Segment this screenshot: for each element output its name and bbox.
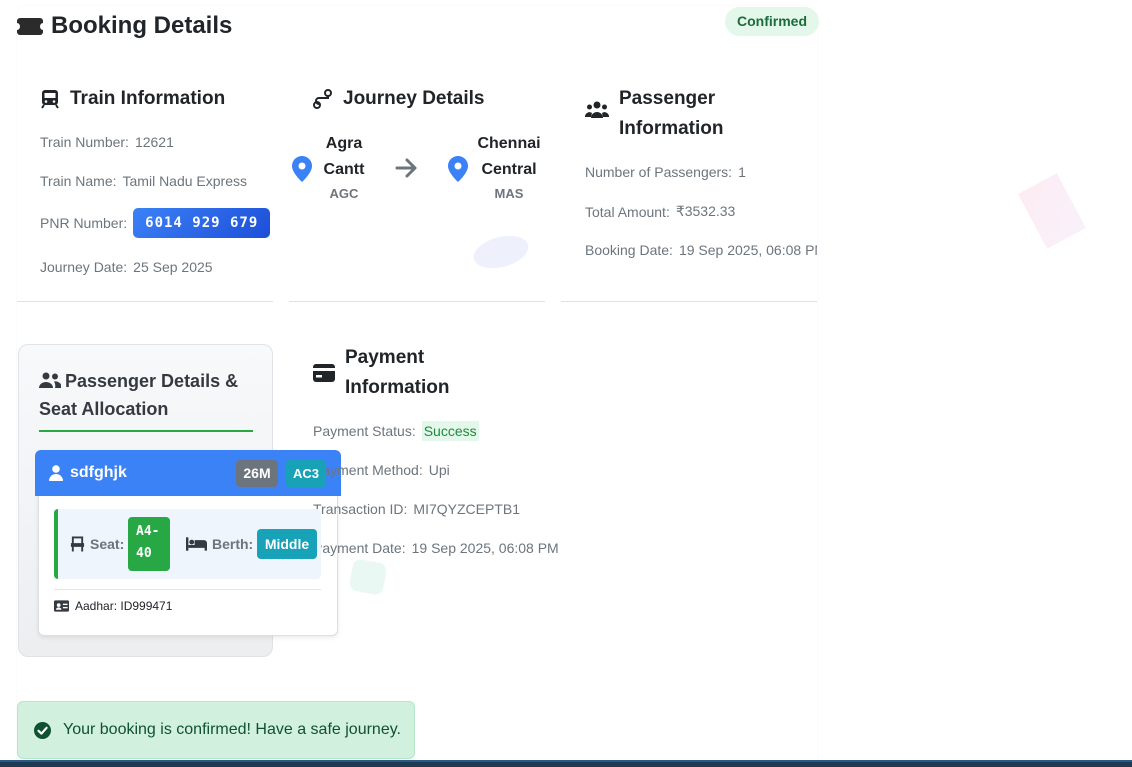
users-icon	[39, 372, 61, 388]
payment-title: Payment Information	[345, 343, 450, 403]
seat-number-badge: A4- 40	[128, 517, 170, 571]
heading-underline	[39, 430, 253, 432]
journey-date-label: Journey Date:	[40, 259, 128, 275]
payment-method-value: Upi	[428, 462, 450, 478]
passenger-info-title: Passenger Information	[619, 84, 724, 144]
passenger-details-heading: Passenger Details & Seat Allocation	[39, 367, 259, 423]
total-amount-value: ₹3532.33	[675, 203, 736, 219]
booking-date-label: Booking Date:	[585, 242, 673, 258]
passenger-count-label: Number of Passengers:	[585, 164, 733, 180]
transaction-id-field: Transaction ID: MI7QYZCEPTB1	[313, 501, 520, 517]
journey-heading: Journey Details	[313, 84, 485, 114]
background-decoration	[348, 558, 388, 596]
passenger-details-title: Passenger Details & Seat Allocation	[39, 371, 239, 419]
passenger-count-value: 1	[738, 164, 746, 180]
passenger-info-title-line1: Passenger	[619, 88, 716, 109]
train-name-value: Tamil Nadu Express	[122, 173, 248, 189]
section-divider	[17, 301, 273, 302]
seat-label-text: Seat:	[90, 536, 125, 552]
booking-date-value: 19 Sep 2025, 06:08 PM	[678, 242, 817, 258]
page-title: Booking Details	[14, 12, 233, 40]
seat-number-line2: 40	[136, 546, 152, 561]
route-icon	[313, 89, 332, 109]
train-number-field: Train Number: 12621	[40, 134, 174, 150]
bottom-bar	[0, 760, 1132, 767]
destination-name-line2: Central	[481, 161, 537, 178]
seat-label: Seat:	[70, 536, 124, 552]
ticket-icon	[14, 17, 46, 35]
class-badge: AC3	[286, 460, 326, 487]
total-amount-field: Total Amount: ₹3532.33	[585, 203, 735, 220]
journey-date-value: 25 Sep 2025	[133, 259, 213, 275]
pnr-label: PNR Number:	[40, 215, 128, 231]
destination-station: Chennai Central MAS	[474, 131, 544, 203]
train-info-heading: Train Information	[40, 84, 225, 114]
destination-name-line1: Chennai	[477, 135, 541, 152]
train-icon	[41, 90, 59, 109]
passenger-name: sdfghjk	[70, 464, 127, 481]
train-number-value: 12621	[134, 134, 174, 150]
map-pin-icon	[292, 156, 312, 182]
transaction-id-label: Transaction ID:	[313, 501, 408, 517]
train-name-field: Train Name: Tamil Nadu Express	[40, 173, 247, 189]
check-circle-icon	[34, 721, 51, 739]
payment-status-value: Success	[421, 421, 479, 441]
arrow-right-icon	[395, 158, 417, 178]
card-divider	[54, 589, 321, 590]
payment-method-label: Payment Method:	[313, 462, 423, 478]
age-gender-badge: 26M	[236, 460, 278, 487]
payment-date-value: 19 Sep 2025, 06:08 PM	[411, 540, 559, 556]
train-name-label: Train Name:	[40, 173, 117, 189]
confirmation-alert: Your booking is confirmed! Have a safe j…	[17, 701, 415, 759]
background-decoration	[1018, 173, 1086, 249]
credit-card-icon	[313, 364, 335, 382]
origin-code: AGC	[329, 186, 359, 201]
section-divider	[289, 301, 545, 302]
payment-title-line2: Information	[345, 377, 450, 398]
passenger-info-title-line2: Information	[619, 118, 724, 139]
aadhar-field: Aadhar: ID999471	[54, 599, 172, 613]
berth-label-text: Berth:	[212, 536, 254, 552]
section-divider	[561, 301, 817, 302]
chair-icon	[70, 536, 85, 552]
confirmation-message: Your booking is confirmed! Have a safe j…	[63, 721, 401, 738]
payment-status-label: Payment Status:	[313, 423, 416, 439]
id-card-icon	[54, 600, 69, 612]
journey-date-field: Journey Date: 25 Sep 2025	[40, 259, 213, 275]
origin-station: Agra Cantt AGC	[317, 131, 371, 203]
status-badge: Confirmed	[725, 7, 819, 36]
map-pin-icon	[448, 156, 468, 182]
total-amount-label: Total Amount:	[585, 203, 670, 220]
origin-name-line1: Agra	[325, 135, 363, 152]
transaction-id-value: MI7QYZCEPTB1	[413, 501, 520, 517]
journey-title: Journey Details	[343, 88, 485, 109]
payment-date-field: Payment Date: 19 Sep 2025, 06:08 PM	[313, 540, 559, 556]
berth-label: Berth:	[186, 536, 253, 552]
user-icon	[49, 465, 63, 481]
pnr-badge: 6014 929 679	[133, 208, 271, 238]
seat-number-line1: A4-	[136, 524, 160, 539]
booking-date-field: Booking Date: 19 Sep 2025, 06:08 PM	[585, 242, 817, 258]
berth-badge: Middle	[257, 529, 317, 559]
train-number-label: Train Number:	[40, 134, 129, 150]
page-title-text: Booking Details	[51, 12, 233, 39]
payment-heading: Payment Information	[313, 343, 450, 403]
users-icon	[585, 101, 609, 118]
passenger-count-field: Number of Passengers: 1	[585, 164, 746, 180]
pnr-field: PNR Number: 6014 929 679	[40, 208, 271, 238]
payment-title-line1: Payment	[345, 347, 425, 368]
passenger-info-heading: Passenger Information	[585, 84, 724, 144]
payment-date-label: Payment Date:	[313, 540, 406, 556]
aadhar-text: Aadhar: ID999471	[75, 599, 173, 613]
destination-code: MAS	[494, 186, 524, 201]
payment-status-field: Payment Status: Success	[313, 421, 479, 441]
origin-name-line2: Cantt	[323, 161, 365, 178]
bed-icon	[186, 537, 207, 551]
payment-method-field: Payment Method: Upi	[313, 462, 450, 478]
train-info-title: Train Information	[70, 88, 226, 109]
